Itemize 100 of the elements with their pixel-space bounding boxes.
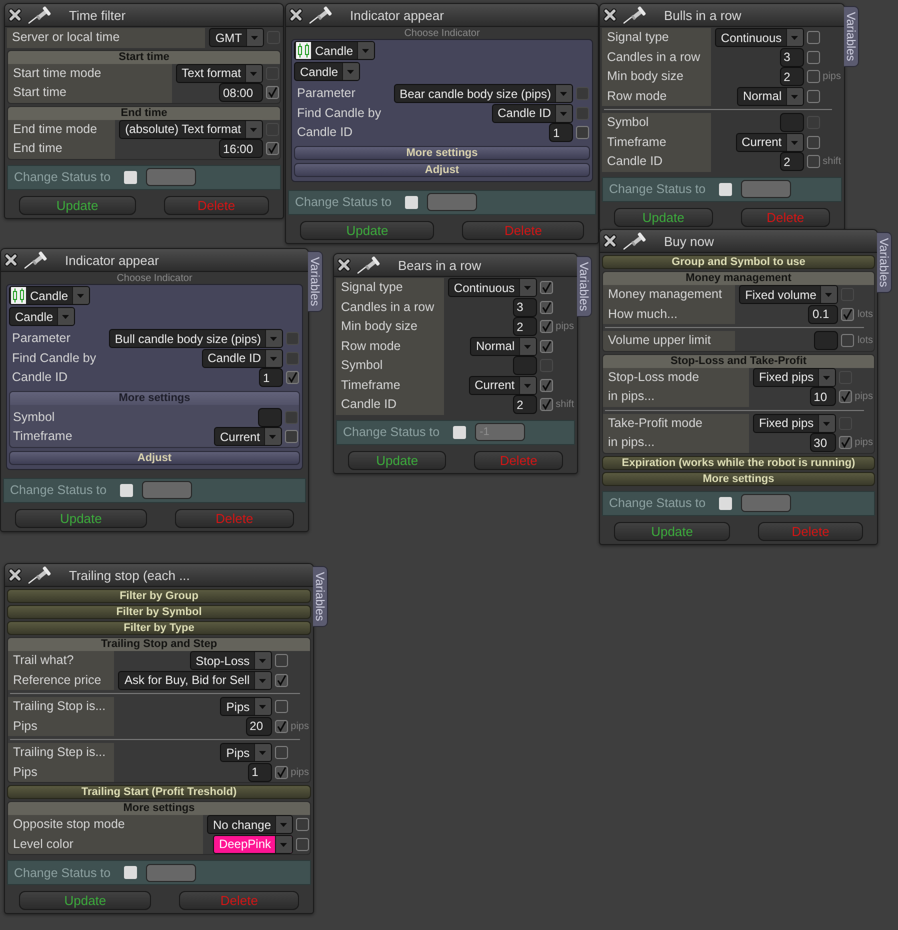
- checkbox[interactable]: [841, 334, 854, 348]
- dropdown[interactable]: DeepPink: [212, 834, 293, 854]
- section-header[interactable]: Filter by Group: [7, 589, 311, 603]
- input-field[interactable]: 2: [512, 395, 537, 414]
- checkbox[interactable]: [806, 31, 820, 44]
- pushpin-icon[interactable]: [309, 6, 333, 24]
- dropdown[interactable]: Bear candle body size (pips): [394, 84, 573, 104]
- variables-tab[interactable]: Variables: [577, 256, 592, 318]
- dropdown[interactable]: Pips: [220, 743, 272, 762]
- dropdown[interactable]: (absolute) Text format: [119, 120, 263, 139]
- update-button[interactable]: Update: [15, 508, 147, 528]
- update-button[interactable]: Update: [348, 450, 446, 470]
- dropdown[interactable]: Continuous: [448, 278, 537, 298]
- input-field[interactable]: 10: [810, 387, 836, 406]
- input-field[interactable]: 20: [246, 716, 272, 736]
- pushpin-icon[interactable]: [28, 566, 52, 584]
- section-header[interactable]: Adjust: [9, 450, 300, 464]
- checkbox[interactable]: [540, 320, 553, 334]
- dropdown[interactable]: GMT: [209, 28, 264, 48]
- checkbox[interactable]: [285, 430, 298, 444]
- dropdown[interactable]: No change: [206, 815, 293, 834]
- close-icon[interactable]: [603, 8, 617, 22]
- input-field[interactable]: 2: [780, 67, 804, 86]
- close-icon[interactable]: [4, 253, 18, 267]
- checkbox[interactable]: [718, 496, 732, 510]
- status-field[interactable]: [142, 481, 192, 499]
- dropdown[interactable]: Candle: [294, 62, 360, 81]
- checkbox[interactable]: [540, 398, 553, 412]
- input-field[interactable]: 2: [780, 152, 804, 172]
- checkbox[interactable]: [404, 196, 418, 208]
- checkbox[interactable]: [274, 700, 288, 714]
- status-field[interactable]: [740, 494, 791, 512]
- indicator-dropdown[interactable]: Candle: [9, 286, 90, 305]
- checkbox[interactable]: [274, 746, 288, 760]
- checkbox[interactable]: [540, 378, 553, 392]
- checkbox[interactable]: [806, 90, 820, 103]
- input-field[interactable]: 3: [780, 48, 804, 67]
- dropdown[interactable]: Pips: [220, 697, 272, 716]
- input-field[interactable]: 1: [549, 123, 573, 142]
- input-field[interactable]: 16:00: [219, 139, 263, 158]
- dropdown[interactable]: Fixed pips: [752, 368, 836, 387]
- checkbox[interactable]: [806, 136, 820, 149]
- checkbox[interactable]: [841, 308, 854, 321]
- checkbox[interactable]: [266, 142, 279, 156]
- close-icon[interactable]: [603, 234, 617, 248]
- checkbox[interactable]: [806, 155, 820, 168]
- checkbox[interactable]: [274, 766, 288, 779]
- checkbox[interactable]: [274, 654, 288, 668]
- input-field[interactable]: 1: [248, 762, 272, 782]
- section-header[interactable]: Trailing Start (Profit Treshold): [7, 785, 311, 799]
- section-header[interactable]: Filter by Type: [7, 621, 311, 635]
- dropdown[interactable]: Current: [468, 376, 537, 395]
- checkbox[interactable]: [274, 674, 288, 687]
- close-icon[interactable]: [289, 8, 303, 22]
- input-field[interactable]: 0.1: [808, 304, 838, 324]
- pushpin-icon[interactable]: [623, 232, 647, 250]
- input-field[interactable]: [780, 113, 804, 132]
- section-header[interactable]: Filter by Symbol: [7, 605, 311, 619]
- input-field[interactable]: 2: [512, 317, 537, 336]
- dropdown[interactable]: Continuous: [714, 28, 804, 48]
- checkbox[interactable]: [540, 281, 553, 294]
- close-icon[interactable]: [8, 568, 22, 582]
- dropdown[interactable]: Ask for Buy, Bid for Sell: [118, 670, 272, 690]
- dropdown[interactable]: Current: [214, 427, 282, 446]
- input-field[interactable]: [512, 356, 537, 376]
- status-field[interactable]: [740, 180, 791, 198]
- status-field[interactable]: [426, 193, 477, 211]
- indicator-dropdown[interactable]: Candle: [294, 41, 376, 60]
- section-header[interactable]: More settings: [602, 472, 875, 486]
- checkbox[interactable]: [838, 436, 852, 450]
- dropdown[interactable]: Candle ID: [202, 348, 283, 368]
- update-button[interactable]: Update: [19, 196, 136, 214]
- checkbox[interactable]: [274, 720, 288, 733]
- checkbox[interactable]: [540, 300, 553, 314]
- dropdown[interactable]: Normal: [736, 86, 804, 106]
- variables-tab[interactable]: Variables: [313, 566, 328, 628]
- input-field[interactable]: 3: [512, 298, 537, 317]
- input-field[interactable]: 1: [259, 368, 283, 388]
- checkbox[interactable]: [124, 170, 137, 184]
- pushpin-icon[interactable]: [24, 251, 48, 269]
- input-field[interactable]: 08:00: [219, 83, 263, 102]
- update-button[interactable]: Update: [614, 522, 730, 540]
- close-icon[interactable]: [337, 258, 351, 272]
- dropdown[interactable]: Candle: [9, 307, 76, 326]
- checkbox[interactable]: [120, 484, 133, 496]
- checkbox[interactable]: [576, 126, 589, 140]
- input-field[interactable]: [814, 331, 838, 350]
- checkbox[interactable]: [266, 86, 279, 100]
- checkbox[interactable]: [718, 182, 732, 196]
- checkbox[interactable]: [124, 866, 137, 879]
- dropdown[interactable]: Bull candle body size (pips): [108, 329, 283, 348]
- variables-tab[interactable]: Variables: [844, 6, 859, 68]
- checkbox[interactable]: [286, 371, 299, 384]
- update-button[interactable]: Update: [300, 220, 434, 240]
- dropdown[interactable]: Fixed pips: [752, 414, 836, 433]
- update-button[interactable]: Update: [614, 208, 713, 226]
- pushpin-icon[interactable]: [357, 256, 381, 274]
- checkbox[interactable]: [838, 390, 852, 404]
- section-header[interactable]: Expiration (works while the robot is running): [602, 456, 875, 470]
- pushpin-icon[interactable]: [623, 6, 647, 24]
